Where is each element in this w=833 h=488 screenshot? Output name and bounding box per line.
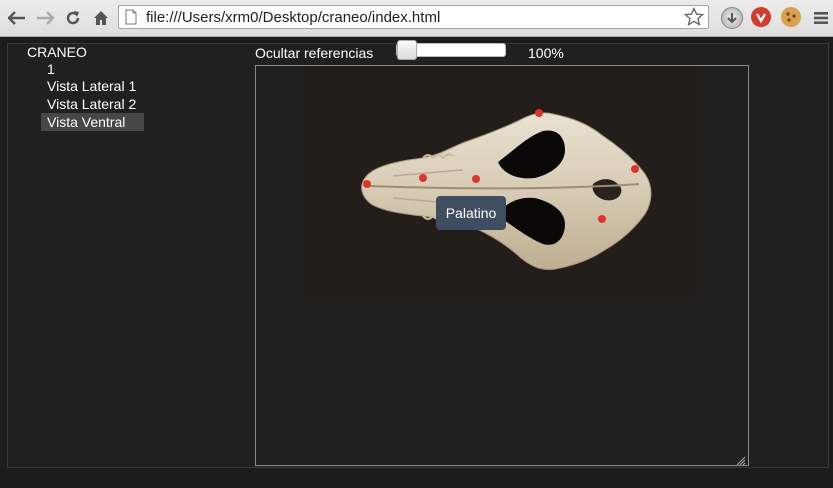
address-bar[interactable]: file:///Users/xrm0/Desktop/craneo/index.…: [118, 5, 709, 29]
document-icon: [125, 9, 137, 30]
download-extension-icon[interactable]: [721, 7, 743, 29]
tree-root-craneo[interactable]: CRANEO: [27, 43, 87, 61]
tree-item-1[interactable]: 1: [47, 60, 55, 78]
back-arrow-icon[interactable]: [5, 6, 29, 30]
forward-arrow-icon[interactable]: [33, 6, 57, 30]
tree-item-vista-lateral-2[interactable]: Vista Lateral 2: [47, 95, 136, 113]
hide-references-label: Ocultar referencias: [255, 45, 374, 61]
tree-item-vista-ventral[interactable]: Vista Ventral: [41, 113, 144, 131]
adblock-extension-icon[interactable]: [751, 7, 771, 27]
cookie-extension-icon[interactable]: [781, 7, 801, 27]
star-icon[interactable]: [683, 6, 705, 32]
page: CRANEO 1 Vista Lateral 1 Vista Lateral 2…: [0, 37, 833, 488]
resize-handle-icon[interactable]: [736, 453, 746, 466]
home-icon[interactable]: [89, 6, 113, 30]
reference-tooltip: Palatino: [436, 196, 506, 230]
zoom-percent: 100%: [528, 45, 564, 61]
url-text: file:///Users/xrm0/Desktop/craneo/index.…: [146, 9, 441, 26]
hamburger-menu-icon[interactable]: [809, 6, 833, 30]
opacity-slider-thumb[interactable]: [397, 40, 417, 60]
browser-toolbar: file:///Users/xrm0/Desktop/craneo/index.…: [0, 0, 833, 37]
reload-icon[interactable]: [61, 6, 85, 30]
tree-item-vista-lateral-1[interactable]: Vista Lateral 1: [47, 77, 136, 95]
skull-ventral-photo: [303, 66, 702, 301]
